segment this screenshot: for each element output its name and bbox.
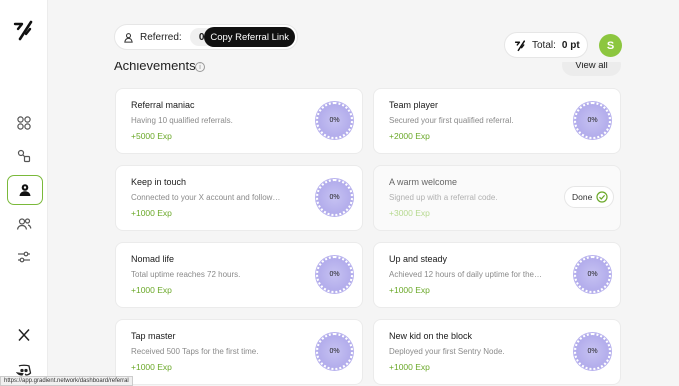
done-badge: Done: [564, 186, 614, 208]
achievement-title: New kid on the block: [389, 331, 473, 341]
achievement-title: Up and steady: [389, 254, 448, 264]
user-avatar[interactable]: S: [599, 34, 622, 57]
nav-dashboard[interactable]: [8, 109, 40, 137]
achievement-exp: +1000 Exp: [131, 362, 172, 372]
achievement-title: A warm welcome: [389, 177, 458, 187]
achievement-card[interactable]: Team player Secured your first qualified…: [373, 88, 621, 154]
achievement-exp: +1000 Exp: [389, 362, 430, 372]
achievement-desc: Deployed your first Sentry Node.: [389, 347, 505, 356]
achievement-desc: Signed up with a referral code.: [389, 193, 498, 202]
person-icon: [124, 32, 133, 43]
info-icon[interactable]: i: [195, 62, 205, 72]
user-icon: [19, 184, 31, 196]
achievement-exp: +5000 Exp: [131, 131, 172, 141]
progress-ring: 0%: [574, 256, 611, 293]
achievement-title: Team player: [389, 100, 439, 110]
nav-referrals[interactable]: [8, 210, 40, 238]
achievement-card-completed[interactable]: A warm welcome Signed up with a referral…: [373, 165, 621, 231]
achievement-card[interactable]: Nomad life Total uptime reaches 72 hours…: [115, 242, 363, 308]
progress-ring: 0%: [316, 333, 353, 370]
progress-ring: 0%: [316, 179, 353, 216]
achievement-title: Nomad life: [131, 254, 175, 264]
sliders-icon: [18, 251, 30, 263]
nav-nodes[interactable]: [8, 142, 40, 170]
achievement-exp: +3000 Exp: [389, 208, 430, 218]
achievement-desc: Achieved 12 hours of daily uptime for th…: [389, 270, 542, 279]
achievement-exp: +1000 Exp: [389, 285, 430, 295]
referred-pill: Referred: 0 Copy Referral Link: [114, 24, 298, 50]
sidebar: [0, 0, 48, 386]
total-value: 0 pt: [561, 39, 580, 51]
achievement-card[interactable]: Keep in touch Connected to your X accoun…: [115, 165, 363, 231]
nav-profile[interactable]: [7, 175, 43, 205]
achievement-desc: Received 500 Taps for the first time.: [131, 347, 259, 356]
achievement-exp: +1000 Exp: [131, 285, 172, 295]
logo-icon[interactable]: [12, 18, 36, 42]
main-content: Referred: 0 Copy Referral Link Total: 0 …: [48, 0, 679, 386]
achievement-exp: +1000 Exp: [131, 208, 172, 218]
achievement-exp: +2000 Exp: [389, 131, 430, 141]
achievement-card[interactable]: Referral maniac Having 10 qualified refe…: [115, 88, 363, 154]
achievement-desc: Connected to your X account and follow…: [131, 193, 281, 202]
achievement-card[interactable]: Tap master Received 500 Taps for the fir…: [115, 319, 363, 385]
total-points-pill: Total: 0 pt: [504, 32, 588, 58]
achievement-card[interactable]: Up and steady Achieved 12 hours of daily…: [373, 242, 621, 308]
progress-ring: 0%: [574, 333, 611, 370]
achievement-title: Keep in touch: [131, 177, 187, 187]
progress-ring: 0%: [316, 256, 353, 293]
status-bar-url: https://app.gradient.network/dashboard/r…: [0, 376, 133, 386]
x-icon: [18, 328, 30, 342]
achievement-title: Tap master: [131, 331, 176, 341]
achievement-desc: Secured your first qualified referral.: [389, 116, 514, 125]
nav-x[interactable]: [8, 321, 40, 349]
copy-referral-link-button[interactable]: Copy Referral Link: [204, 27, 295, 47]
achievement-title: Referral maniac: [131, 100, 195, 110]
top-bar: Referred: 0 Copy Referral Link Total: 0 …: [48, 10, 679, 62]
nodes-icon: [17, 149, 31, 163]
logo-small-icon: [514, 39, 526, 51]
check-circle-icon: [596, 191, 608, 203]
grid-icon: [17, 116, 31, 130]
users-icon: [16, 218, 32, 230]
achievement-card[interactable]: New kid on the block Deployed your first…: [373, 319, 621, 385]
total-label: Total:: [532, 39, 556, 51]
done-label: Done: [572, 192, 593, 202]
progress-ring: 0%: [316, 102, 353, 139]
progress-ring: 0%: [574, 102, 611, 139]
referred-label: Referred:: [140, 31, 182, 43]
achievement-desc: Total uptime reaches 72 hours.: [131, 270, 241, 279]
achievement-desc: Having 10 qualified referrals.: [131, 116, 233, 125]
nav-settings[interactable]: [8, 243, 40, 271]
